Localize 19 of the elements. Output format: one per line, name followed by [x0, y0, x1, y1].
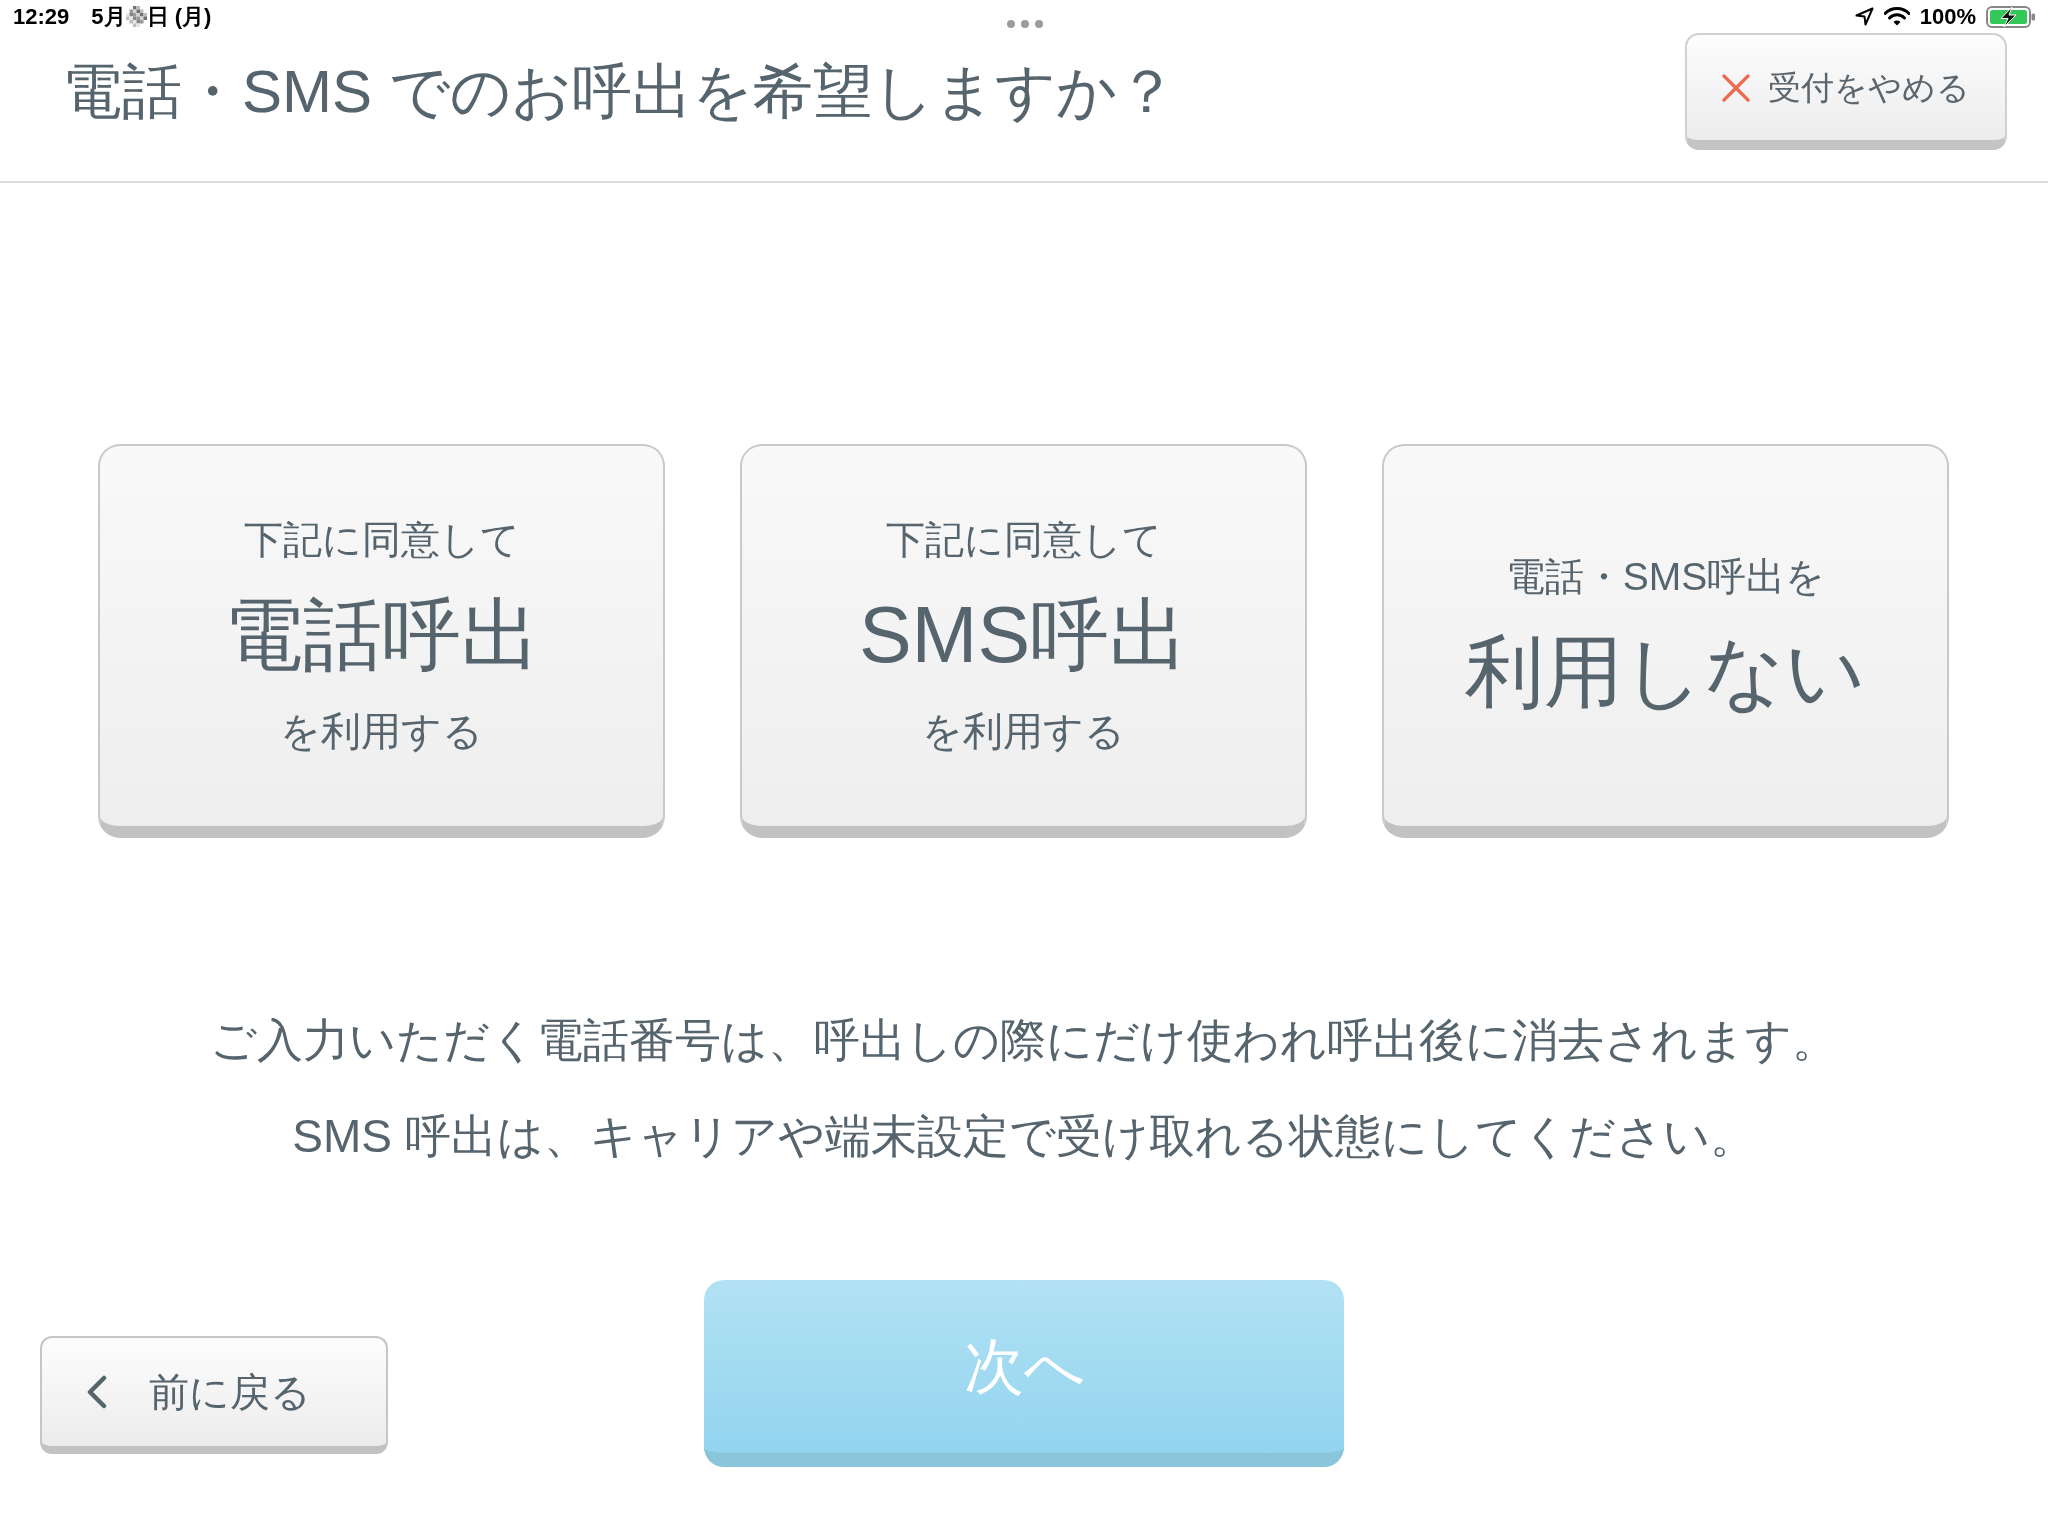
cancel-button[interactable]: 受付をやめる	[1685, 33, 2007, 150]
date-text: 日 (月)	[146, 5, 212, 28]
option-button[interactable]: 電話・SMS呼出を 利用しない	[1382, 444, 1949, 838]
notice-text: ご入力いただく電話番号は、呼出しの際にだけ使われ呼出後に消去されます。	[210, 1013, 1838, 1068]
back-button[interactable]: 前に戻る	[40, 1336, 388, 1454]
page-title: 電話・SMS でのお呼出を希望しますか？	[62, 57, 1177, 127]
status-time: 12:29	[13, 5, 70, 28]
chevron-left-icon	[87, 1375, 107, 1409]
battery-percent: 100%	[1919, 5, 1976, 28]
mosaic-icon	[125, 6, 147, 27]
more-dots-icon[interactable]	[1006, 19, 1043, 28]
wifi-icon	[1883, 7, 1910, 26]
option-button[interactable]: 下記に同意して 電話呼出 を利用する	[98, 444, 665, 838]
battery-charging-icon	[1986, 5, 2036, 28]
close-icon	[1722, 73, 1750, 102]
notice-text: SMS 呼出は、キャリアや端末設定で受け取れる状態にしてください。	[292, 1109, 1756, 1164]
date-text: 5月	[91, 5, 126, 28]
option-button[interactable]: 下記に同意して SMS呼出 を利用する	[740, 444, 1307, 838]
location-arrow-icon	[1854, 7, 1874, 26]
